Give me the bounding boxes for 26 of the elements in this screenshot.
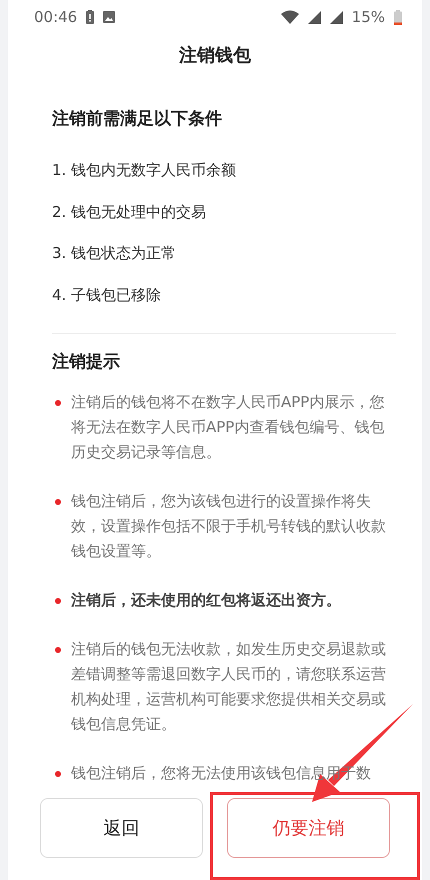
battery-percent: 15%: [352, 8, 385, 26]
battery-alert-icon: [86, 10, 94, 24]
section-heading: 注销提示: [52, 351, 121, 374]
condition-text: 1. 钱包内无数字人民币余额: [52, 161, 236, 179]
back-button[interactable]: 返回: [40, 798, 203, 858]
notice-text: 注销后的钱包无法收款，如发生历史交易退款或差错调整等需退回数字人民币的，请您联系运营机构处理，运营机构可能要求您提供相关交易或钱包信息凭证。: [71, 639, 387, 735]
bullet-dot: [55, 499, 61, 505]
status-time: 00:46: [34, 8, 78, 26]
bullet-dot: [55, 771, 61, 777]
signal-icon: [330, 10, 343, 24]
condition-text: 2. 钱包无处理中的交易: [52, 202, 206, 220]
image-icon: [103, 11, 116, 23]
condition-text: 3. 钱包状态为正常: [52, 244, 176, 262]
bullet-dot: [55, 647, 61, 653]
notice-text: 注销后，还未使用的红包将返还出资方。: [71, 590, 341, 611]
battery-icon: [394, 10, 402, 24]
notice-text: 钱包注销后，您为该钱包进行的设置操作将失效，设置操作包括不限于手机号转钱的默认收款钱包设置等。: [71, 491, 387, 562]
confirm-button[interactable]: 仍要注销: [227, 798, 390, 858]
signal-icon: [308, 10, 321, 24]
bullet-dot: [55, 598, 61, 604]
notice-text: 注销后的钱包将不在数字人民币APP内展示，您将无法在数字人民币APP内查看钱包编号、钱包历史交易记录等信息。: [71, 392, 386, 463]
section-heading: 注销前需满足以下条件: [52, 108, 223, 131]
wifi-icon: [280, 10, 299, 24]
bullet-dot: [55, 400, 61, 406]
page-title: 注销钱包: [178, 44, 252, 68]
condition-text: 4. 子钱包已移除: [52, 286, 162, 304]
